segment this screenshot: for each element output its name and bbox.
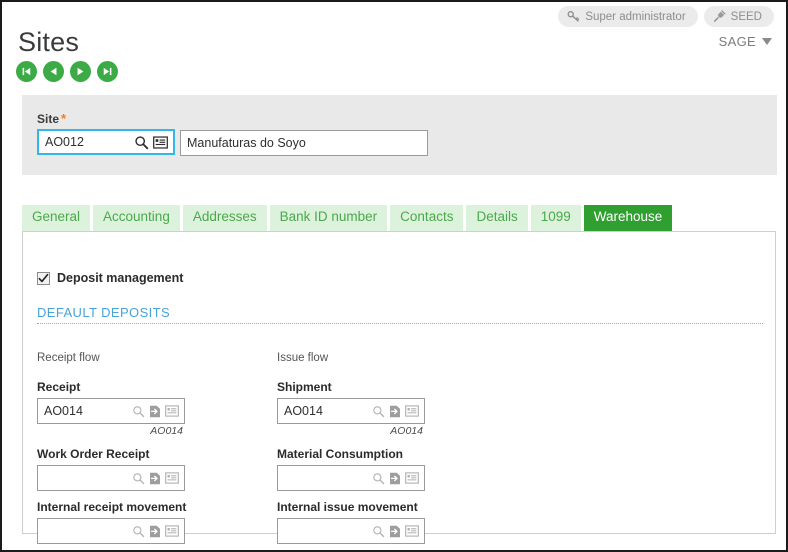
jump-to-record-icon[interactable]: [149, 472, 161, 485]
internal-issue-movement-input[interactable]: [278, 523, 372, 539]
badge-super-administrator[interactable]: Super administrator: [558, 6, 698, 27]
detail-list-icon[interactable]: [165, 472, 179, 484]
receipt-input[interactable]: [38, 403, 132, 419]
search-icon[interactable]: [132, 405, 145, 418]
jump-to-record-icon[interactable]: [389, 472, 401, 485]
next-icon: [77, 67, 84, 76]
issue-flow-column: Issue flow Shipment AO014 AO014 Material…: [277, 352, 577, 550]
tab-contacts[interactable]: Contacts: [390, 205, 464, 231]
search-icon[interactable]: [372, 405, 385, 418]
receipt-hint: AO014: [150, 425, 183, 437]
tab-addresses[interactable]: Addresses: [182, 205, 267, 231]
checkmark-icon: [38, 273, 49, 282]
next-record-button[interactable]: [70, 61, 91, 82]
site-code-field: [37, 129, 175, 155]
deposit-management-checkbox-row[interactable]: Deposit management: [37, 271, 183, 285]
field-material-consumption: Material Consumption: [277, 447, 577, 491]
tab-bar: General Accounting Addresses Bank ID num…: [22, 205, 673, 231]
tab-1099[interactable]: 1099: [530, 205, 581, 231]
site-selector-panel: Site *: [22, 95, 777, 175]
field-label: Shipment: [277, 380, 332, 394]
tab-content-warehouse: Deposit management DEFAULT DEPOSITS Rece…: [22, 231, 776, 544]
jump-to-record-icon[interactable]: [149, 525, 161, 538]
sage-menu[interactable]: SAGE: [719, 34, 772, 49]
field-label: Internal issue movement: [277, 500, 418, 514]
first-icon: [22, 67, 31, 76]
detail-list-icon[interactable]: [165, 525, 179, 537]
search-icon[interactable]: [132, 472, 145, 485]
tab-warehouse[interactable]: Warehouse: [583, 205, 673, 231]
record-navigation: [16, 61, 118, 82]
badge-label: Super administrator: [585, 10, 686, 23]
chevron-down-icon: [762, 38, 772, 45]
required-marker: *: [61, 111, 67, 126]
internal-receipt-movement-input[interactable]: [38, 523, 132, 539]
topbar: Super administrator SEED: [558, 6, 774, 27]
site-label-text: Site: [37, 112, 60, 126]
tab-general[interactable]: General: [22, 205, 91, 231]
application-window: Super administrator SEED SAGE Sites Site…: [0, 0, 788, 552]
detail-list-icon[interactable]: [405, 472, 419, 484]
badge-label: SEED: [730, 10, 762, 23]
sage-menu-label: SAGE: [718, 34, 756, 49]
previous-icon: [50, 67, 57, 76]
jump-to-record-icon[interactable]: [389, 525, 401, 538]
detail-list-icon[interactable]: [165, 405, 179, 417]
issue-flow-label: Issue flow: [277, 352, 329, 364]
first-record-button[interactable]: [16, 61, 37, 82]
previous-record-button[interactable]: [43, 61, 64, 82]
site-field-label: Site *: [37, 111, 66, 126]
default-deposits-section-header: DEFAULT DEPOSITS: [37, 305, 763, 324]
key-icon: [567, 10, 580, 23]
tab-accounting[interactable]: Accounting: [93, 205, 180, 231]
detail-list-icon[interactable]: [153, 135, 168, 149]
site-code-input[interactable]: [39, 134, 134, 150]
section-title: DEFAULT DEPOSITS: [37, 305, 171, 320]
detail-list-icon[interactable]: [405, 405, 419, 417]
field-internal-issue-movement: Internal issue movement: [277, 500, 577, 544]
search-icon[interactable]: [134, 135, 149, 150]
shipment-hint: AO014: [390, 425, 423, 437]
section-divider: [37, 323, 763, 324]
plug-icon: [713, 10, 726, 23]
material-consumption-input[interactable]: [278, 470, 372, 486]
field-shipment: Shipment AO014 AO014: [277, 380, 577, 438]
badge-seed[interactable]: SEED: [703, 6, 774, 27]
page-title: Sites: [18, 27, 80, 57]
deposit-management-label: Deposit management: [57, 271, 184, 285]
jump-to-record-icon[interactable]: [149, 405, 161, 418]
site-name-input[interactable]: [181, 135, 427, 151]
work-order-receipt-input[interactable]: [38, 470, 132, 486]
last-icon: [103, 67, 112, 76]
search-icon[interactable]: [372, 472, 385, 485]
jump-to-record-icon[interactable]: [389, 405, 401, 418]
search-icon[interactable]: [372, 525, 385, 538]
site-name-field: [180, 130, 428, 156]
search-icon[interactable]: [132, 525, 145, 538]
detail-list-icon[interactable]: [405, 525, 419, 537]
field-label: Material Consumption: [277, 447, 404, 461]
deposit-management-checkbox[interactable]: [37, 271, 50, 285]
tab-bank-id-number[interactable]: Bank ID number: [269, 205, 388, 231]
tab-details[interactable]: Details: [466, 205, 528, 231]
shipment-input[interactable]: [278, 403, 372, 419]
last-record-button[interactable]: [97, 61, 118, 82]
